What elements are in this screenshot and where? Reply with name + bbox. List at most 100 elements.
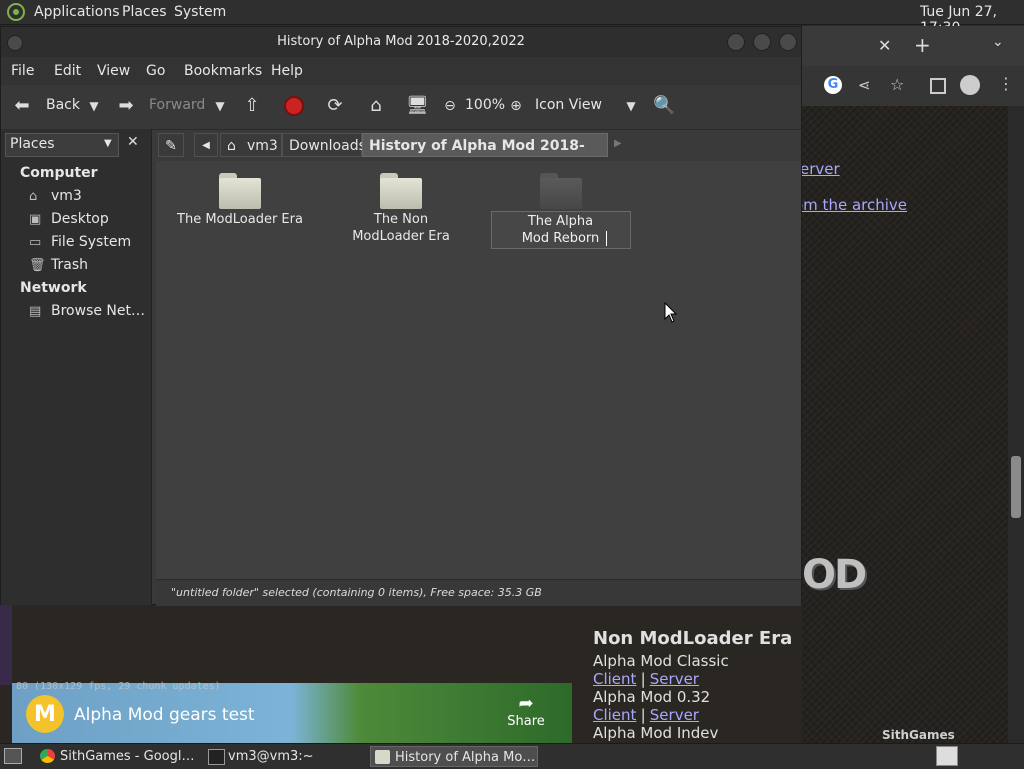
folder-item-renaming[interactable]: The Alpha Mod Reborn (486, 173, 636, 249)
menu-go[interactable]: Go (146, 63, 165, 79)
sidebar-item-trash[interactable]: 🗑 Trash (29, 257, 88, 273)
up-icon[interactable]: ⇧ (241, 95, 263, 117)
folder-item[interactable]: The Non ModLoader Era (326, 173, 476, 245)
places-menu[interactable]: Places (122, 4, 167, 20)
video-title[interactable]: Alpha Mod gears test (74, 705, 255, 725)
workspace-switcher[interactable] (936, 746, 958, 766)
google-lens-icon[interactable]: G (824, 76, 842, 94)
show-desktop-icon[interactable] (4, 748, 22, 764)
breadcrumb-vm3[interactable]: ⌂ vm3 (220, 133, 282, 157)
task-terminal[interactable]: vm3@vm3:~ (204, 746, 364, 767)
sidebar-item-label: File System (51, 234, 132, 250)
breadcrumb-current[interactable]: History of Alpha Mod 2018-2020,2022 (362, 133, 608, 178)
view-mode-chevron-icon[interactable]: ▼ (620, 95, 642, 117)
sidebar-item-desktop[interactable]: ▣ Desktop (29, 211, 109, 227)
path-scroll-left-icon[interactable]: ◀ (194, 133, 218, 157)
title-bar[interactable]: History of Alpha Mod 2018-2020,2022 (1, 27, 801, 57)
home-icon[interactable]: ⌂ (365, 95, 387, 117)
path-scroll-right-icon[interactable]: ▶ (614, 138, 622, 149)
zoom-in-icon[interactable]: ⊕ (505, 95, 527, 117)
sidebar-selector[interactable]: Places ▼ (5, 133, 119, 157)
browser-tab-bar: ✕ + ⌄ (802, 26, 1024, 66)
maximize-icon[interactable] (753, 33, 771, 51)
stop-icon[interactable] (283, 95, 305, 117)
trash-icon: 🗑 (29, 258, 46, 273)
link-separator: | (640, 670, 646, 688)
tab-list-chevron-icon[interactable]: ⌄ (992, 34, 1004, 50)
video-share-button[interactable]: ➦ Share (506, 693, 546, 729)
menu-bookmarks[interactable]: Bookmarks (184, 63, 262, 79)
applications-menu[interactable]: Applications (34, 4, 120, 20)
scrollbar-thumb[interactable] (1011, 456, 1021, 518)
browser-scrollbar[interactable] (1008, 106, 1024, 743)
forward-arrow-icon: ➡ (118, 95, 134, 116)
link-separator: | (640, 706, 646, 724)
sidebar-header-network: Network (20, 280, 87, 296)
back-history-chevron-icon[interactable]: ▼ (83, 95, 105, 117)
menu-edit[interactable]: Edit (54, 63, 81, 79)
zoom-level: 100% (465, 97, 506, 113)
menu-help[interactable]: Help (271, 63, 303, 79)
task-label: History of Alpha Mo… (395, 750, 536, 765)
file-manager-window: History of Alpha Mod 2018-2020,2022 File… (0, 26, 802, 606)
breadcrumb-downloads[interactable]: Downloads (282, 133, 366, 157)
home-folder-icon: ⌂ (29, 189, 38, 204)
view-mode-select[interactable]: Icon View (535, 97, 602, 113)
back-arrow-icon[interactable]: ⬅ (11, 95, 33, 117)
back-button[interactable]: Back (46, 97, 80, 113)
menu-file[interactable]: File (11, 63, 34, 79)
sidebar-item-filesystem[interactable]: ▭ File System (29, 234, 131, 250)
new-tab-icon[interactable]: + (914, 33, 931, 57)
video-embed[interactable]: M Alpha Mod gears test ➦ Share (12, 683, 572, 747)
close-tab-icon[interactable]: ✕ (878, 36, 891, 55)
channel-avatar[interactable]: M (26, 695, 64, 733)
forward-history-chevron-icon: ▼ (215, 99, 225, 113)
side-panel-icon[interactable] (930, 78, 946, 94)
folder-icon (538, 173, 584, 209)
sidebar-item-label: Desktop (51, 211, 109, 227)
entry-name: Alpha Mod 0.32 (593, 688, 711, 706)
reload-icon[interactable]: ⟳ (324, 95, 346, 117)
share-icon[interactable]: ⋖ (858, 76, 871, 94)
network-icon: ▤ (29, 304, 42, 319)
chrome-icon (40, 749, 55, 763)
task-file-manager[interactable]: History of Alpha Mo… (370, 746, 538, 767)
edit-location-icon[interactable]: ✎ (158, 133, 184, 157)
close-icon[interactable] (779, 33, 797, 51)
close-sidebar-icon[interactable]: ✕ (127, 134, 139, 150)
web-page: erver om the archive OD (794, 106, 1008, 743)
terminal-icon (208, 749, 225, 765)
rename-field[interactable]: The Alpha Mod Reborn (491, 211, 631, 249)
minimize-icon[interactable] (727, 33, 745, 51)
sidebar-header-computer: Computer (20, 165, 98, 181)
task-browser[interactable]: SithGames - Googl… (36, 746, 196, 767)
chevron-down-icon: ▼ (104, 138, 112, 149)
sidebar-item-label: Trash (51, 257, 88, 273)
folder-item[interactable]: The ModLoader Era (165, 173, 315, 228)
system-menu[interactable]: System (174, 4, 226, 20)
menu-view[interactable]: View (97, 63, 130, 79)
entry-name: Alpha Mod Indev (593, 724, 719, 742)
search-icon[interactable]: 🔍 (653, 95, 675, 117)
computer-icon[interactable]: 🖥 (406, 95, 429, 117)
server-link[interactable]: Server (650, 670, 699, 688)
client-link[interactable]: Client (593, 706, 636, 724)
taskbar: SithGames - Googl… vm3@vm3:~ History of … (0, 743, 1024, 769)
icon-view[interactable]: The ModLoader Era The Non ModLoader Era … (156, 161, 801, 579)
sidebar-item-vm3[interactable]: ⌂ vm3 (29, 188, 82, 204)
video-share-label: Share (507, 714, 545, 729)
server-link[interactable]: erver (800, 160, 840, 178)
breadcrumb-label: vm3 (247, 138, 278, 154)
web-page-lower: M Alpha Mod gears test ➦ Share 80 (130x1… (0, 605, 955, 756)
drive-icon: ▭ (29, 235, 42, 250)
server-link[interactable]: Server (650, 706, 699, 724)
distro-logo-icon[interactable] (6, 3, 26, 25)
sidebar-item-browse-network[interactable]: ▤ Browse Net… (29, 303, 145, 319)
browser-menu-icon[interactable]: ⋮ (998, 74, 1014, 93)
archive-link[interactable]: om the archive (794, 196, 907, 214)
bookmark-star-icon[interactable]: ☆ (890, 75, 904, 94)
client-link[interactable]: Client (593, 670, 636, 688)
sidebar-item-label: vm3 (51, 188, 82, 204)
zoom-out-icon[interactable]: ⊖ (439, 95, 461, 117)
profile-avatar-icon[interactable] (960, 75, 980, 95)
